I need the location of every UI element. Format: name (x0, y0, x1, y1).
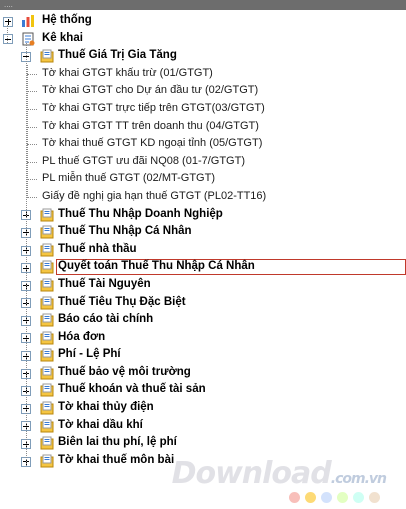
tax-group-label: Báo cáo tài chính (58, 313, 154, 326)
expand-icon[interactable] (3, 16, 13, 27)
vat-form-label: Tờ khai GTGT trực tiếp trên GTGT(03/GTGT… (42, 101, 265, 114)
vat-form-label: Giấy đề nghị gia hạn thuế GTGT (PL02-TT1… (42, 189, 267, 202)
watermark-dots (289, 492, 380, 503)
tax-group-item[interactable]: Tờ khai dầu khí (0, 417, 406, 435)
tax-group-item[interactable]: Tờ khai thủy điện (0, 399, 406, 417)
tax-group-item[interactable]: Phí - Lệ Phí (0, 346, 406, 364)
vat-form-label: Tờ khai GTGT khấu trừ (01/GTGT) (42, 66, 213, 79)
tax-group-item[interactable]: Thuế nhà thầu (0, 241, 406, 259)
watermark-dot (305, 492, 316, 503)
tree-connector (27, 91, 37, 93)
tree-connector (27, 196, 37, 198)
tax-group-label: Hóa đơn (58, 330, 106, 343)
tax-group-item[interactable]: Báo cáo tài chính (0, 311, 406, 329)
tree-node-label: Kê khai (42, 31, 83, 44)
tree-node-label: Thuế Giá Trị Gia Tăng (58, 49, 177, 62)
vat-form-item[interactable]: Tờ khai GTGT trực tiếp trên GTGT(03/GTGT… (0, 100, 406, 118)
tax-group-item[interactable]: Thuế Tài Nguyên (0, 276, 406, 294)
folder-icon (40, 49, 54, 63)
window-title-bar: .... (0, 0, 406, 10)
navigation-tree: Hệ thống Kê khai Thuế Giá Trị Gia Tăng T… (0, 12, 406, 469)
vat-form-item[interactable]: Tờ khai GTGT khấu trừ (01/GTGT) (0, 65, 406, 83)
tax-group-label: Thuế Tiêu Thụ Đặc Biệt (58, 295, 186, 308)
folder-icon (40, 383, 54, 397)
watermark-dot (353, 492, 364, 503)
vat-form-label: Tờ khai GTGT TT trên doanh thu (04/GTGT) (42, 119, 259, 132)
vat-form-item[interactable]: Giấy đề nghị gia hạn thuế GTGT (PL02-TT1… (0, 188, 406, 206)
tree-connector-vat (27, 64, 28, 198)
tax-group-label: Thuế khoán và thuế tài sản (58, 383, 206, 396)
tax-group-label: Quyết toán Thuế Thu Nhập Cá Nhân (58, 260, 255, 273)
vat-form-item[interactable]: Tờ khai GTGT TT trên doanh thu (04/GTGT) (0, 118, 406, 136)
tree-connector (27, 126, 37, 128)
folder-icon (40, 366, 54, 380)
tax-group-label: Thuế Thu Nhập Doanh Nghiệp (58, 207, 223, 220)
folder-icon (40, 208, 54, 222)
collapse-icon[interactable] (3, 34, 13, 45)
tree-connector (27, 108, 37, 110)
tax-group-label: Tờ khai thuế môn bài (58, 453, 175, 466)
folder-icon (40, 401, 54, 415)
folder-icon (40, 348, 54, 362)
tax-group-item[interactable]: Tờ khai thuế môn bài (0, 452, 406, 470)
tax-group-item[interactable]: Thuế Thu Nhập Cá Nhân (0, 223, 406, 241)
tree-connector (27, 73, 37, 75)
vat-form-label: Tờ khai GTGT cho Dự án đầu tư (02/GTGT) (42, 84, 259, 97)
declare-document-icon (22, 32, 35, 46)
tax-group-label: Phí - Lệ Phí (58, 348, 121, 361)
tax-group-item[interactable]: Thuế Tiêu Thụ Đặc Biệt (0, 294, 406, 312)
tax-group-label: Biên lai thu phí, lệ phí (58, 436, 177, 449)
watermark-dot (289, 492, 300, 503)
folder-icon (40, 225, 54, 239)
watermark-tld: .com.vn (330, 471, 387, 487)
folder-icon (40, 243, 54, 257)
folder-icon (40, 454, 54, 468)
tax-group-item[interactable]: Thuế khoán và thuế tài sản (0, 381, 406, 399)
folder-icon (40, 313, 54, 327)
tree-connector-root (7, 25, 8, 43)
vat-form-label: PL thuế GTGT ưu đãi NQ08 (01-7/GTGT) (42, 154, 245, 167)
tax-group-label: Thuế bảo vệ môi trường (58, 365, 191, 378)
folder-icon (40, 296, 54, 309)
system-chart-icon (22, 15, 34, 27)
watermark-dot (337, 492, 348, 503)
folder-icon (40, 260, 54, 274)
tax-group-label: Thuế Thu Nhập Cá Nhân (58, 225, 192, 238)
folder-icon (40, 419, 54, 433)
tax-group-item[interactable]: Thuế Thu Nhập Doanh Nghiệp (0, 206, 406, 224)
tree-node-system[interactable]: Hệ thống (0, 12, 406, 30)
tax-group-label: Tờ khai thủy điện (58, 401, 154, 414)
tax-group-label: Thuế nhà thầu (58, 242, 137, 255)
vat-form-label: PL miễn thuế GTGT (02/MT-GTGT) (42, 172, 215, 185)
vat-form-item[interactable]: Tờ khai GTGT cho Dự án đầu tư (02/GTGT) (0, 82, 406, 100)
tree-node-label: Hệ thống (42, 14, 92, 26)
tree-connector (27, 144, 37, 146)
tree-connector (27, 161, 37, 163)
vat-form-item[interactable]: Tờ khai thuế GTGT KD ngoại tỉnh (05/GTGT… (0, 135, 406, 153)
vat-form-item[interactable]: PL thuế GTGT ưu đãi NQ08 (01-7/GTGT) (0, 153, 406, 171)
folder-icon (40, 331, 54, 345)
tax-group-item[interactable]: Biên lai thu phí, lệ phí (0, 434, 406, 452)
tax-group-item[interactable]: Quyết toán Thuế Thu Nhập Cá Nhân (0, 258, 406, 276)
tree-connector (27, 179, 37, 181)
tax-group-item[interactable]: Hóa đơn (0, 329, 406, 347)
tax-group-label: Thuế Tài Nguyên (58, 277, 151, 290)
folder-icon (40, 278, 54, 292)
tax-group-label: Tờ khai dầu khí (58, 418, 143, 431)
tree-node-vat[interactable]: Thuế Giá Trị Gia Tăng (0, 47, 406, 65)
watermark-dot (321, 492, 332, 503)
watermark-dot (369, 492, 380, 503)
tree-node-declare[interactable]: Kê khai (0, 30, 406, 48)
vat-form-label: Tờ khai thuế GTGT KD ngoại tỉnh (05/GTGT… (42, 137, 263, 150)
tax-group-item[interactable]: Thuế bảo vệ môi trường (0, 364, 406, 382)
vat-form-item[interactable]: PL miễn thuế GTGT (02/MT-GTGT) (0, 170, 406, 188)
folder-icon (40, 436, 54, 450)
